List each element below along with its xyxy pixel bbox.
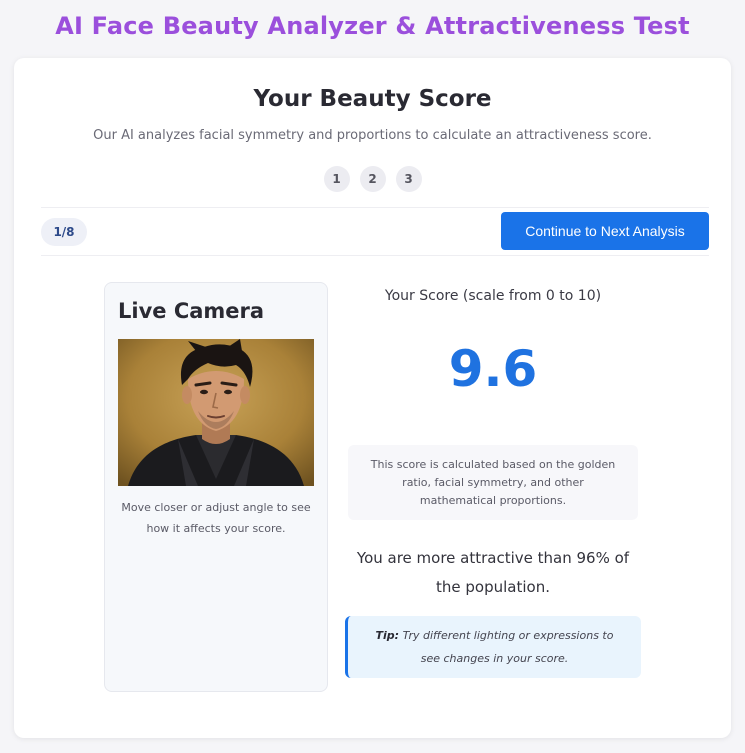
step-1[interactable]: 1 bbox=[323, 166, 350, 192]
camera-feed-image bbox=[118, 339, 314, 486]
camera-panel: Live Camera Move closer or adjust angle … bbox=[104, 282, 328, 692]
page-subtitle: Our AI analyzes facial symmetry and prop… bbox=[93, 128, 652, 143]
main-card: Your Beauty Score Our AI analyzes facial… bbox=[14, 58, 731, 738]
continue-button[interactable]: Continue to Next Analysis bbox=[501, 212, 709, 250]
tip-text: Tip: Try different lighting or expressio… bbox=[368, 624, 621, 670]
step-2[interactable]: 2 bbox=[359, 166, 386, 192]
camera-title: Live Camera bbox=[118, 299, 265, 323]
step-3[interactable]: 3 bbox=[395, 166, 422, 192]
toolbar: 1/8 Continue to Next Analysis bbox=[41, 207, 709, 256]
score-label: Your Score (scale from 0 to 10) bbox=[384, 288, 602, 304]
step-indicator: 1 2 3 bbox=[14, 166, 731, 192]
score-value: 9.6 bbox=[448, 340, 538, 398]
portrait-image bbox=[118, 339, 314, 486]
percentile-text: You are more attractive than 96% of the … bbox=[356, 549, 630, 596]
app-title: AI Face Beauty Analyzer & Attractiveness… bbox=[55, 12, 690, 40]
progress-counter: 1/8 bbox=[41, 218, 87, 246]
score-info: This score is calculated based on the go… bbox=[348, 445, 638, 520]
tip-body: Try different lighting or expressions to… bbox=[402, 629, 614, 665]
page-title: Your Beauty Score bbox=[253, 86, 492, 112]
score-info-text: This score is calculated based on the go… bbox=[370, 457, 616, 507]
camera-hint: Move closer or adjust angle to see how i… bbox=[121, 501, 311, 535]
tip-label: Tip: bbox=[375, 629, 400, 642]
tip-box: Tip: Try different lighting or expressio… bbox=[345, 616, 641, 678]
